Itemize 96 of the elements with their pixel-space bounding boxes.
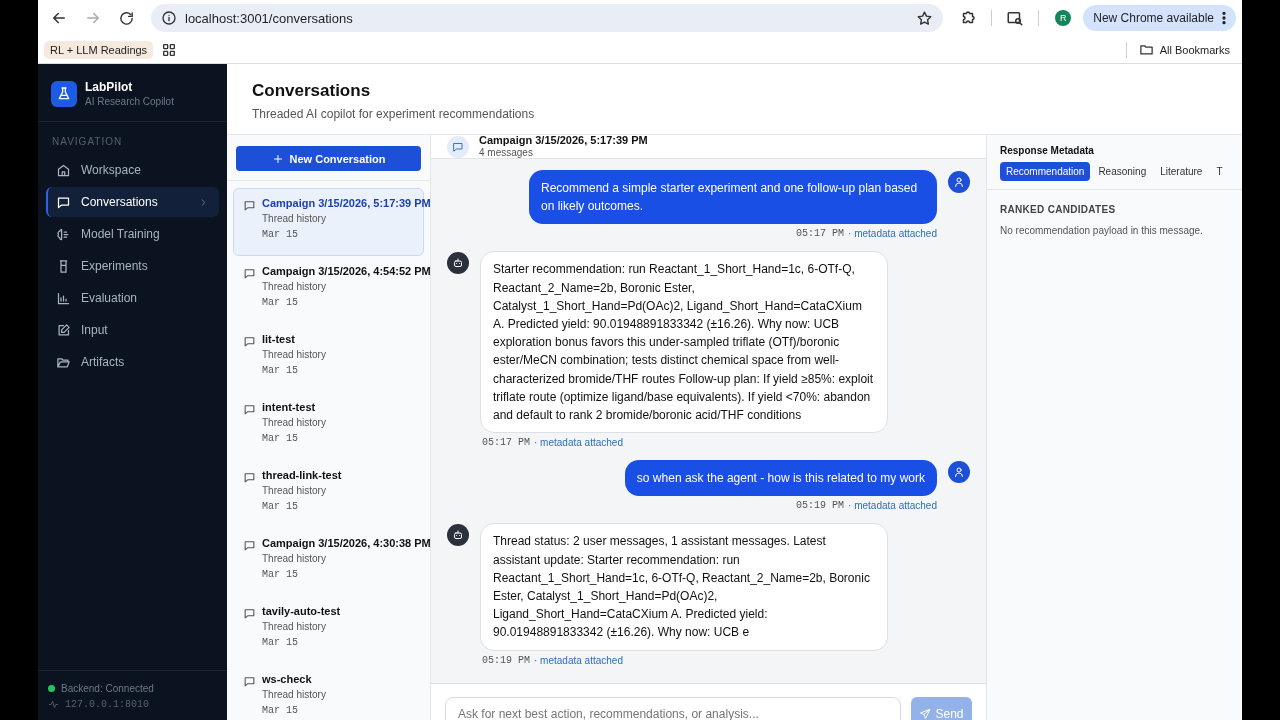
chat-bubble-icon [56, 194, 71, 210]
robot-icon [452, 257, 464, 270]
conversation-date: Mar 15 [262, 297, 299, 308]
person-icon [953, 176, 965, 188]
section-label: RANKED CANDIDATES [1000, 204, 1117, 215]
conversation-item[interactable]: lit-test Thread history Mar 15 [233, 324, 424, 392]
message-time: 05:19 PM [482, 654, 530, 666]
sidebar-item[interactable]: Input [46, 315, 219, 345]
update-button[interactable]: New Chrome available [1083, 5, 1236, 31]
profile-avatar[interactable]: R [1055, 10, 1072, 26]
conversation-date: Mar 15 [262, 229, 299, 240]
message-time: 05:17 PM [482, 437, 530, 449]
conversation-date: Mar 15 [262, 501, 299, 512]
conversation-date: Mar 15 [262, 637, 299, 648]
chat-bubble-icon [452, 140, 464, 153]
tab[interactable]: Recommendation [1000, 162, 1091, 181]
page-subtitle: Threaded AI copilot for experiment recommendations [252, 107, 536, 121]
conversation-title: lit-test [262, 333, 296, 345]
sidebar-item[interactable]: Evaluation [46, 283, 219, 313]
all-bookmarks-link[interactable]: All Bookmarks [1138, 42, 1230, 57]
conversation-subtitle: Thread history [262, 281, 327, 292]
empty-state-text: No recommendation payload in this message. [1000, 225, 1204, 236]
sidebar-item[interactable]: Experiments [46, 251, 219, 281]
conversation-date: Mar 15 [262, 365, 299, 376]
conversation-subtitle: Thread history [262, 349, 326, 360]
conversation-subtitle: Thread history [262, 621, 327, 632]
sidebar-item[interactable]: Conversations [46, 187, 219, 217]
tab[interactable]: Literature [1154, 162, 1209, 181]
pulse-icon [48, 699, 59, 710]
bookmark-link[interactable]: RL + LLM Readings [44, 40, 154, 59]
flask-icon [56, 85, 72, 102]
bar-chart-icon [56, 290, 71, 306]
tab[interactable]: Reasoning [1092, 162, 1153, 181]
conversation-title: Campaign 3/15/2026, 4:30:38 PM [262, 537, 430, 549]
message-time: 05:17 PM [796, 228, 845, 240]
metadata-link[interactable]: · metadata attached [848, 228, 937, 240]
brand-tagline: AI Research Copilot [85, 96, 174, 107]
assistant-message: Thread status: 2 user messages, 1 assistant messages. Latest assistant update: Starter recommendation: run Reactant_1_Short_Hand=1c, 6-OTf-Q, Reactant_2_Name=2b, Boronic Ester, Catalyst_1_Short_Hand=Pd(OAc)2, Ligand_Short_Hand=CataCXium A. Predicted yield: 90.01948891833342 (±16.26). Why now: UCB e [480, 523, 888, 651]
chat-bubble-icon [243, 335, 256, 348]
conversation-title: tavily-auto-test [262, 605, 341, 617]
sidebar-item[interactable]: Workspace [46, 155, 219, 185]
user-message: Recommend a simple starter experiment and one follow-up plan based on likely outcomes. [529, 170, 937, 225]
status-text: Backend: Connected [61, 683, 154, 694]
conversation-subtitle: Thread history [262, 213, 327, 224]
chat-bubble-icon [243, 267, 256, 280]
conversation-item[interactable]: thread-link-test Thread history Mar 15 [233, 460, 424, 528]
chat-bubble-icon [243, 471, 256, 484]
thread-title: Campaign 3/15/2026, 5:17:39 PM [479, 135, 648, 147]
house-icon [56, 162, 71, 178]
conversation-subtitle: Thread history [262, 553, 327, 564]
plus-icon [271, 152, 284, 165]
metadata-link[interactable]: · metadata attached [848, 500, 937, 512]
url-text: localhost:3001/conversations [185, 10, 353, 26]
panel-title: Response Metadata [1000, 145, 1095, 156]
new-conversation-button[interactable]: New Conversation [236, 146, 421, 171]
message-time: 05:19 PM [796, 500, 845, 512]
conversation-subtitle: Thread history [262, 485, 327, 496]
chat-bubble-icon [243, 403, 256, 416]
conversation-subtitle: Thread history [262, 689, 326, 700]
conversation-title: intent-test [262, 401, 317, 413]
conversation-title: Campaign 3/15/2026, 5:17:39 PM [262, 197, 430, 209]
folder-icon [1138, 42, 1154, 57]
conversation-item[interactable]: intent-test Thread history Mar 15 [233, 392, 424, 460]
page-title: Conversations [252, 81, 372, 101]
section-label: NAVIGATION [51, 135, 124, 149]
user-message: so when ask the agent - how is this related to my work [624, 460, 937, 497]
conversation-item[interactable]: tavily-auto-test Thread history Mar 15 [233, 596, 424, 664]
conversation-title: Campaign 3/15/2026, 4:54:52 PM [262, 265, 430, 277]
chat-bubble-icon [243, 199, 256, 212]
robot-icon [452, 529, 464, 542]
person-icon [953, 466, 965, 479]
star-icon[interactable] [916, 9, 934, 27]
metadata-link[interactable]: · metadata attached [534, 437, 623, 449]
conversation-date: Mar 15 [262, 433, 299, 444]
conversation-item[interactable]: ws-check Thread history Mar 15 [233, 664, 424, 720]
sidebar-item[interactable]: Model Training [46, 219, 219, 249]
apps-grid-icon[interactable] [161, 41, 178, 58]
conversation-title: thread-link-test [262, 469, 342, 481]
send-icon [919, 708, 932, 720]
chat-bubble-icon [243, 675, 256, 688]
conversation-title: ws-check [262, 673, 313, 685]
address-bar[interactable]: localhost:3001/conversations [151, 4, 944, 32]
message-count: 4 messages [479, 147, 534, 158]
info-icon[interactable] [161, 10, 177, 26]
metadata-link[interactable]: · metadata attached [534, 654, 623, 666]
conversation-date: Mar 15 [262, 569, 299, 580]
sidebar-item[interactable]: Artifacts [46, 347, 219, 377]
tab[interactable]: T [1210, 162, 1229, 181]
assistant-message: Starter recommendation: run Reactant_1_Short_Hand=1c, 6-OTf-Q, Reactant_2_Name=2b, Boronic Ester, Catalyst_1_Short_Hand=Pd(OAc)2, Ligand_Short_Hand=CataCXium A. Predicted yield: 90.01948891833342 (±16.26). Why now: UCB exploration bonus favors this under-sampled triflate (OTf)/boronic ester/MeCN combination; tests distinct chemical space from well-characterized bromide/THF routes Follow-up plan: If yield ≥85%: exploit triflate route (optimize ligand/base equivalents). If yield <70%: abandon and default to rank 2 bromide/boronic acid/THF conditions [480, 251, 888, 434]
server-address: 127.0.0.1:8010 [65, 699, 149, 710]
conversation-date: Mar 15 [262, 705, 299, 716]
chat-bubble-icon [243, 607, 256, 620]
brand-name: LabPilot [85, 80, 134, 94]
conversation-subtitle: Thread history [262, 417, 326, 428]
edit-icon [56, 322, 71, 338]
chat-bubble-icon [243, 539, 256, 552]
